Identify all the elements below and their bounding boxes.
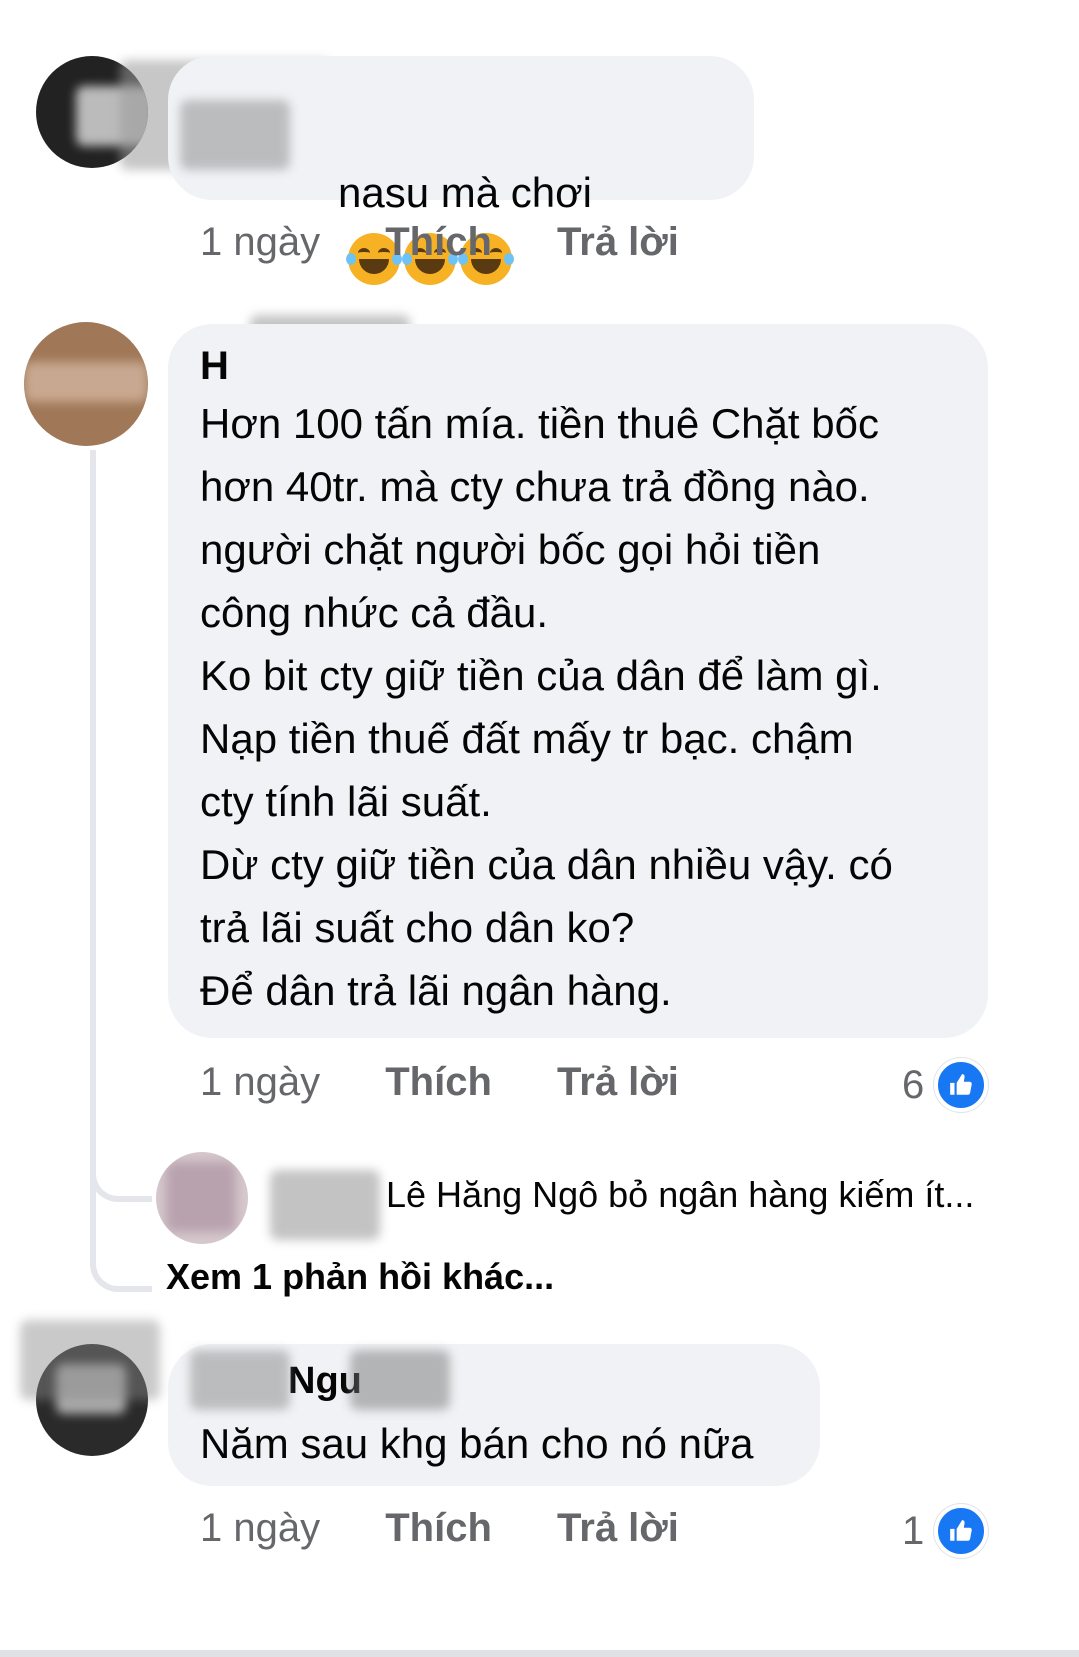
comment-actions: 1 ngày Thích Trả lời [200, 218, 679, 266]
thumbs-up-icon [934, 1504, 989, 1558]
comment-actions: 1 ngày Thích Trả lời [200, 1058, 679, 1106]
comment-time[interactable]: 1 ngày [200, 220, 320, 264]
avatar[interactable] [24, 322, 148, 446]
view-more-replies-link[interactable]: Xem 1 phản hồi khác... [166, 1256, 554, 1298]
like-button[interactable]: Thích [385, 1506, 492, 1550]
like-button[interactable]: Thích [385, 1060, 492, 1104]
bottom-divider [0, 1650, 1079, 1657]
avatar[interactable] [156, 1152, 248, 1244]
comment-text: Hơn 100 tấn mía. tiền thuê Chặt bốc hơn … [200, 400, 893, 1014]
comment-actions: 1 ngày Thích Trả lời [200, 1504, 679, 1552]
thread-line [90, 450, 96, 1190]
comment-time[interactable]: 1 ngày [200, 1506, 320, 1550]
reply-preview[interactable]: Lê Hăng Ngô bỏ ngân hàng kiếm ít... [386, 1174, 974, 1216]
reaction-count: 6 [902, 1062, 925, 1107]
reaction-summary[interactable]: 1 [902, 1504, 989, 1558]
thread-elbow [90, 1190, 152, 1292]
reply-button[interactable]: Trả lời [557, 1060, 679, 1104]
comment-text: nasu mà chơi [338, 169, 593, 216]
comment-author[interactable]: H [200, 344, 229, 389]
reaction-count: 1 [902, 1508, 925, 1553]
comment-time[interactable]: 1 ngày [200, 1060, 320, 1104]
comment-bubble: H Hơn 100 tấn mía. tiền thuê Chặt bốc hơ… [168, 324, 988, 1038]
thumbs-up-icon [934, 1058, 989, 1112]
reply-button[interactable]: Trả lời [557, 220, 679, 264]
reply-button[interactable]: Trả lời [557, 1506, 679, 1550]
like-button[interactable]: Thích [385, 220, 492, 264]
comment-text: Năm sau khg bán cho nó nữa [200, 1420, 754, 1467]
reaction-summary[interactable]: 6 [902, 1058, 989, 1112]
redacted-author [20, 1320, 160, 1400]
